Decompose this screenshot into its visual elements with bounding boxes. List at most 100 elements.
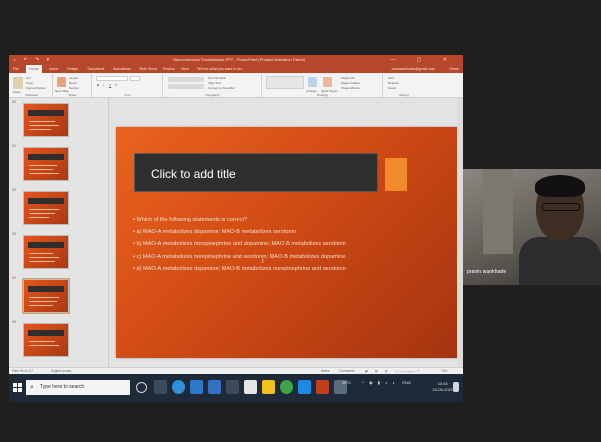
windows-start-icon[interactable] [13, 383, 22, 392]
group-label-font: Font [124, 93, 131, 97]
tab-view[interactable]: View [181, 65, 189, 73]
arrange-icon[interactable] [308, 77, 317, 87]
layout-button[interactable]: Layout [69, 76, 78, 80]
thumbnail-number: 93 [12, 232, 16, 236]
option-c-text: • c) MAO-A metabolizes norepinephrine an… [133, 253, 346, 260]
slide-thumbnail[interactable] [23, 323, 69, 357]
window-controls[interactable]: — ▢ ✕ [390, 55, 457, 65]
participant-body [519, 237, 601, 285]
taskbar-clock[interactable]: 13:45 24-09-2021 [433, 381, 453, 393]
cut-button[interactable]: Cut [26, 76, 31, 80]
ribbon-tabs: File Home Insert Design Transitions Anim… [9, 65, 463, 73]
shadow-button[interactable]: S [115, 83, 117, 87]
tab-home[interactable]: Home [26, 65, 42, 73]
system-tray-icons[interactable]: ^ ◉ ▮ ◖ ◗ [362, 380, 397, 385]
paste-icon[interactable] [13, 77, 23, 89]
slide-thumbnail[interactable] [23, 235, 69, 269]
new-slide-icon[interactable] [57, 77, 66, 87]
account-user[interactable]: pravwankhade@gmail.com [392, 65, 435, 73]
title-placeholder[interactable]: Click to add title [134, 153, 378, 192]
powerpoint-icon[interactable] [316, 380, 329, 394]
shapes-gallery[interactable] [266, 76, 304, 89]
status-bar: Slide 94 of 117 English (India) Notes Co… [9, 367, 463, 374]
language-indicator-tray[interactable]: ENG [402, 380, 411, 385]
participant-glasses [542, 203, 580, 211]
replace-button[interactable]: Replace [388, 81, 399, 85]
thumbnail-number: 95 [12, 320, 16, 324]
file-explorer-icon[interactable] [190, 380, 203, 394]
tab-insert[interactable]: Insert [49, 65, 58, 73]
list-buttons[interactable] [168, 77, 204, 82]
thumbnail-row[interactable]: 93 [9, 232, 109, 276]
taskbar-search-box[interactable]: ⌕ Type here to search [26, 380, 130, 395]
text-direction-button[interactable]: Text Direction [208, 76, 226, 80]
bold-button[interactable]: B [97, 83, 99, 87]
thumbnail-row[interactable]: 95 [9, 320, 109, 364]
group-label-clipboard: Clipboard [25, 93, 38, 97]
tab-transitions[interactable]: Transitions [87, 65, 104, 73]
calculator-icon[interactable] [244, 380, 257, 394]
group-label-drawing: Drawing [316, 93, 328, 97]
weather-indicator[interactable]: 28°C [342, 380, 351, 385]
copy-button[interactable]: Copy [26, 81, 33, 85]
smartart-button[interactable]: Convert to SmartArt [208, 86, 235, 90]
thumbnail-row[interactable]: 92 [9, 188, 109, 232]
slide-thumbnail[interactable] [23, 147, 69, 181]
search-icon: ⌕ [30, 384, 34, 391]
share-button[interactable]: Share [449, 65, 459, 73]
clock-date: 24-09-2021 [432, 387, 453, 392]
reset-button[interactable]: Reset [69, 81, 77, 85]
group-label-slides: Slides [68, 93, 77, 97]
thumbnail-number: 92 [12, 188, 16, 192]
app-icon[interactable] [226, 380, 239, 394]
underline-button[interactable]: U [109, 83, 111, 87]
group-label-paragraph: Paragraph [205, 93, 220, 97]
current-slide[interactable]: Click to add title • Which of the follow… [116, 127, 457, 358]
quick-access-toolbar[interactable]: ⌂ ↶ ↷ ▾ [13, 55, 52, 65]
store-icon[interactable] [208, 380, 221, 394]
align-buttons[interactable] [168, 84, 204, 89]
question-text: • Which of the following statements is c… [133, 217, 248, 223]
font-size-box[interactable] [130, 76, 140, 81]
tell-me-search[interactable]: Tell me what you want to do... [197, 65, 244, 73]
thumbnail-row[interactable]: 90 [9, 100, 109, 144]
notifications-icon[interactable] [453, 382, 459, 392]
tab-design[interactable]: Design [67, 65, 78, 73]
thumbnail-number: 94 [12, 276, 16, 280]
zoom-app-icon[interactable] [298, 380, 311, 394]
slide-thumbnail[interactable] [23, 191, 69, 225]
italic-button[interactable]: I [103, 83, 104, 87]
font-name-box[interactable] [96, 76, 128, 81]
content-placeholder[interactable]: • Which of the following statements is c… [133, 217, 353, 278]
tab-review[interactable]: Review [163, 65, 175, 73]
cortana-icon[interactable] [136, 382, 147, 393]
find-button[interactable]: Find [388, 76, 394, 80]
thumbnail-number: 91 [12, 144, 16, 148]
text-cursor-icon: I [262, 259, 264, 265]
shape-fill-button[interactable]: Shape Fill [341, 76, 354, 80]
shared-screen: ⌂ ↶ ↷ ▾ Neurochemical Transmission PPT -… [9, 55, 463, 402]
tab-animations[interactable]: Animations [113, 65, 131, 73]
align-text-button[interactable]: Align Text [208, 81, 221, 85]
group-label-editing: Editing [399, 93, 409, 97]
option-a-text: • a) MAO-A metabolizes dopamine; MAO-B m… [133, 229, 297, 236]
format-painter-button[interactable]: Format Painter [26, 86, 46, 90]
shape-outline-button[interactable]: Shape Outline [341, 81, 360, 85]
slide-thumbnail-selected[interactable] [22, 278, 70, 314]
quick-styles-icon[interactable] [323, 77, 332, 87]
edge-icon[interactable] [172, 380, 185, 394]
ribbon-group-drawing: Arrange Quick Styles Shape Fill Shape Ou… [263, 74, 383, 97]
chrome-icon[interactable] [280, 380, 293, 394]
select-button[interactable]: Select [388, 86, 396, 90]
folder-icon[interactable] [262, 380, 275, 394]
participant-video-tile[interactable]: pravin wankhade [463, 169, 601, 285]
slide-thumbnail[interactable] [23, 103, 69, 137]
thumbnail-row[interactable]: 94 [9, 276, 109, 320]
task-view-icon[interactable] [154, 380, 167, 394]
shape-effects-button[interactable]: Shape Effects [341, 86, 360, 90]
option-d-text: • d) MAO-A metabolizes dopamine; MAO-B m… [133, 265, 346, 272]
tab-slide-show[interactable]: Slide Show [139, 65, 157, 73]
section-button[interactable]: Section [69, 86, 79, 90]
tab-file[interactable]: File [13, 65, 19, 73]
thumbnail-row[interactable]: 91 [9, 144, 109, 188]
